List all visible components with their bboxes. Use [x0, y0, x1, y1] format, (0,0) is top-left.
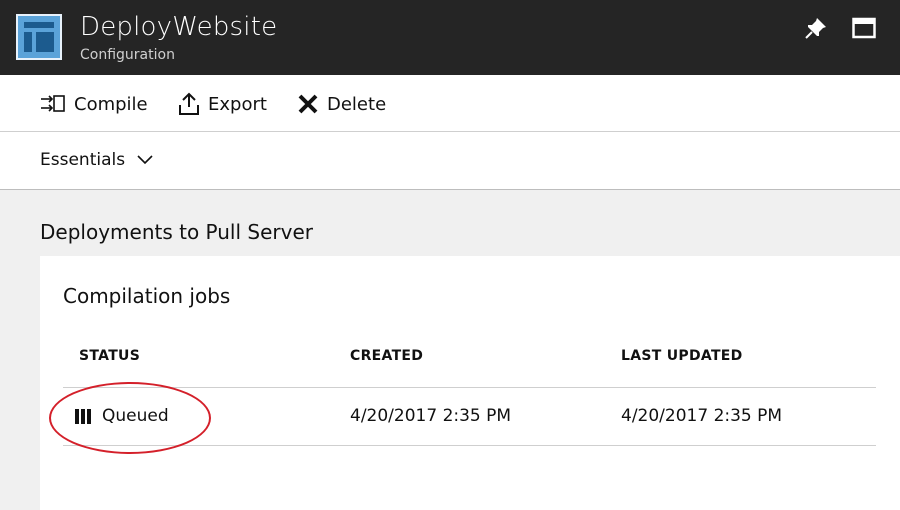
maximize-icon[interactable]: [852, 17, 876, 39]
delete-button[interactable]: Delete: [297, 90, 386, 118]
blade-header: DeployWebsite Configuration: [0, 0, 900, 75]
automation-config-icon: [16, 14, 62, 60]
command-bar: Compile Export Delete: [0, 75, 900, 132]
created-cell: 4/20/2017 2:35 PM: [350, 406, 512, 426]
export-label: Export: [208, 93, 267, 115]
table-row[interactable]: Queued 4/20/2017 2:35 PM 4/20/2017 2:35 …: [63, 388, 876, 445]
essentials-toggle[interactable]: Essentials: [40, 150, 153, 170]
status-value: Queued: [102, 406, 169, 426]
essentials-panel: Essentials: [0, 132, 900, 190]
queued-icon: [75, 408, 93, 424]
last-updated-cell: 4/20/2017 2:35 PM: [621, 406, 783, 426]
column-header-status[interactable]: STATUS: [79, 348, 140, 364]
section-title: Deployments to Pull Server: [40, 220, 313, 244]
card-title: Compilation jobs: [63, 284, 231, 308]
delete-label: Delete: [327, 93, 387, 115]
essentials-label: Essentials: [40, 150, 126, 170]
column-header-created[interactable]: CREATED: [350, 348, 423, 364]
status-cell: Queued: [75, 406, 169, 426]
compile-button[interactable]: Compile: [40, 90, 148, 118]
export-icon: [179, 92, 199, 115]
compile-icon: [41, 95, 65, 112]
chevron-down-icon: [137, 155, 153, 165]
column-header-last-updated[interactable]: LAST UPDATED: [621, 348, 743, 364]
compilation-jobs-tile: Compilation jobs STATUS CREATED LAST UPD…: [40, 256, 900, 510]
pin-icon[interactable]: [804, 16, 828, 40]
compile-label: Compile: [74, 93, 148, 115]
export-button[interactable]: Export: [178, 90, 267, 118]
row-divider: [63, 445, 876, 446]
page-title: DeployWebsite: [80, 12, 278, 42]
page-subtitle: Configuration: [80, 47, 175, 63]
delete-icon: [298, 94, 318, 114]
